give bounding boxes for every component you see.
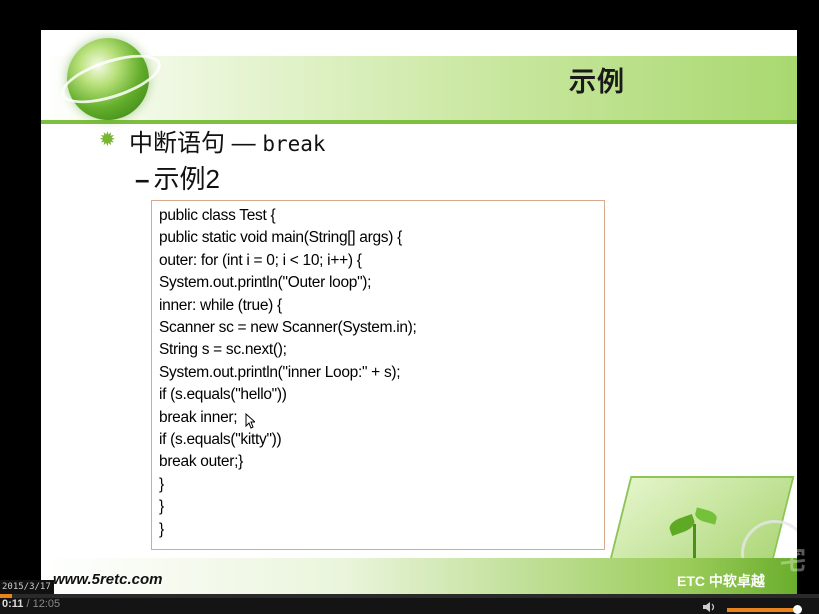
code-line: if (s.equals("kitty")) bbox=[159, 431, 282, 449]
footer-brand: ETC 中软卓越 bbox=[677, 573, 765, 589]
playback-time: 0:11 / 12:05 bbox=[2, 598, 60, 610]
footer-url: www.5retc.com bbox=[53, 571, 163, 588]
volume-icon[interactable] bbox=[703, 602, 717, 612]
mouse-cursor-icon bbox=[245, 413, 255, 429]
volume-slider-handle[interactable] bbox=[793, 605, 802, 614]
code-line: break inner; bbox=[159, 408, 238, 426]
code-line: break outer;} bbox=[159, 453, 243, 471]
code-block: public class Test { public static void ma… bbox=[151, 200, 605, 550]
bullet-heading-text: 中断语句 — bbox=[129, 130, 256, 157]
code-line: } bbox=[159, 475, 164, 493]
code-lines: public class Test { public static void ma… bbox=[159, 205, 417, 541]
watermark-text: 宅 bbox=[780, 545, 807, 575]
progress-track[interactable] bbox=[0, 594, 819, 598]
code-line: } bbox=[159, 498, 164, 516]
sub-heading-text: 示例2 bbox=[153, 164, 220, 194]
gear-bullet-icon: ✹ bbox=[99, 129, 116, 151]
time-total: 12:05 bbox=[32, 598, 61, 610]
code-line: public class Test { bbox=[159, 207, 276, 224]
sub-heading-dash: – bbox=[135, 164, 150, 194]
date-stamp: 2015/3/17 bbox=[0, 580, 54, 594]
bullet-heading-keyword: break bbox=[262, 132, 326, 156]
sub-heading: – 示例2 bbox=[135, 159, 220, 196]
code-line: if (s.equals("hello")) bbox=[159, 386, 287, 404]
code-line: String s = sc.next(); bbox=[159, 341, 287, 359]
code-line: public static void main(String[] args) { bbox=[159, 229, 402, 247]
slide-title: 示例 bbox=[569, 67, 625, 97]
time-separator: / bbox=[23, 598, 33, 610]
volume-fill bbox=[727, 608, 794, 612]
code-line: inner: while (true) { bbox=[159, 296, 282, 314]
code-line: outer: for (int i = 0; i < 10; i++) { bbox=[159, 251, 362, 269]
bullet-heading: 中断语句 — break bbox=[129, 123, 326, 158]
slide-canvas: 示例 ✹ 中断语句 — break – 示例2 public class Test… bbox=[41, 30, 797, 594]
code-line: System.out.println("Outer loop"); bbox=[159, 274, 372, 292]
time-current: 0:11 bbox=[2, 598, 24, 610]
code-line: System.out.println("inner Loop:" + s); bbox=[159, 363, 401, 381]
code-line: Scanner sc = new Scanner(System.in); bbox=[159, 319, 417, 337]
code-line: } bbox=[159, 520, 164, 538]
